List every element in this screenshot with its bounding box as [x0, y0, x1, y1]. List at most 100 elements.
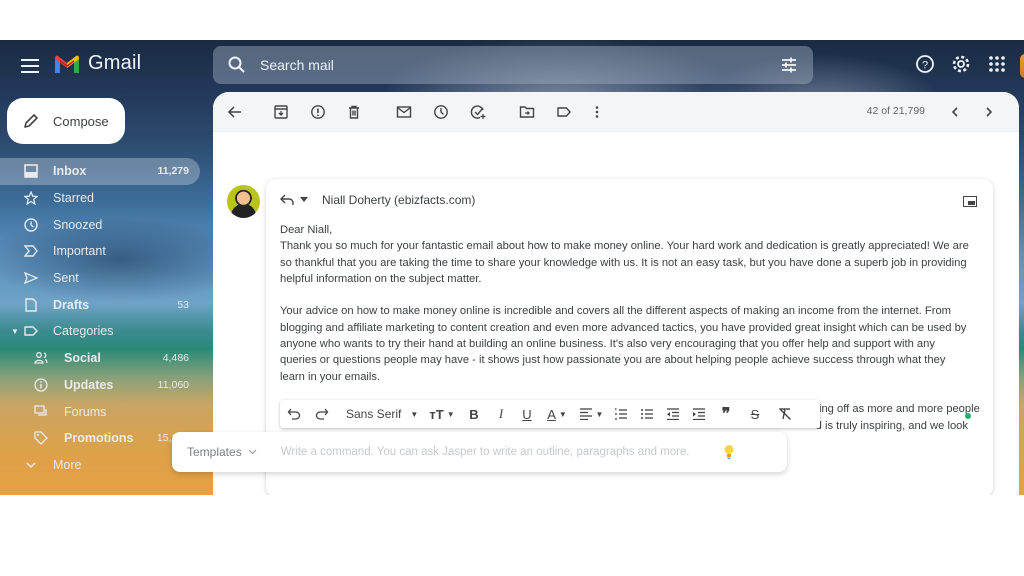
star-icon	[24, 191, 38, 206]
sidebar-item-updates[interactable]: Updates 11,060	[0, 372, 200, 399]
newer-button[interactable]	[945, 102, 965, 122]
account-avatar[interactable]	[1020, 54, 1024, 78]
redo-icon	[315, 408, 329, 420]
sidebar-item-forums[interactable]: Forums	[0, 398, 200, 425]
svg-text:?: ?	[922, 60, 928, 72]
clock-icon	[434, 105, 448, 119]
sidebar-item-label: Sent	[53, 271, 79, 286]
pop-out-icon[interactable]	[963, 196, 977, 207]
sidebar-item-sent[interactable]: Sent	[0, 265, 200, 292]
chevron-down-icon	[26, 462, 36, 468]
main-menu-button[interactable]	[18, 54, 42, 78]
sidebar-nav: Inbox 11,279 Starred Snoozed Important S…	[0, 158, 200, 478]
pencil-icon	[24, 114, 38, 128]
sidebar-item-more[interactable]: More	[0, 452, 200, 479]
mark-unread-button[interactable]	[394, 102, 414, 122]
caret-down-icon[interactable]: ▼	[11, 327, 19, 336]
caret-down-icon[interactable]	[300, 197, 308, 203]
clock-icon	[24, 218, 38, 232]
sidebar-item-important[interactable]: Important	[0, 238, 200, 265]
font-select[interactable]: Sans Serif ▼	[336, 404, 424, 424]
remove-formatting-button[interactable]	[770, 404, 800, 424]
reply-icon[interactable]	[280, 194, 294, 206]
sidebar-item-drafts[interactable]: Drafts 53	[0, 291, 200, 318]
sidebar-item-label: Social	[64, 351, 101, 366]
forum-icon	[34, 404, 47, 416]
caret-down-icon: ▼	[446, 409, 455, 419]
sidebar-item-social[interactable]: Social 4,486	[0, 345, 200, 372]
bold-button[interactable]: B	[460, 404, 488, 424]
sidebar-item-inbox[interactable]: Inbox 11,279	[0, 158, 200, 185]
people-icon	[34, 352, 48, 364]
align-button[interactable]: ▼	[574, 404, 608, 424]
indent-less-button[interactable]	[660, 404, 686, 424]
templates-dropdown[interactable]: Templates	[187, 445, 257, 459]
body-paragraph: Thank you so much for your fantastic ema…	[280, 240, 969, 285]
indent-more-button[interactable]	[686, 404, 712, 424]
report-spam-button[interactable]	[308, 102, 328, 122]
text-color-icon: A	[547, 406, 556, 422]
label-icon	[24, 326, 38, 337]
jasper-command-input[interactable]	[280, 446, 701, 458]
sidebar-item-snoozed[interactable]: Snoozed	[0, 211, 200, 238]
font-name: Sans Serif	[346, 407, 402, 421]
chevron-right-icon	[986, 107, 993, 117]
back-button[interactable]	[225, 102, 245, 122]
italic-button[interactable]: I	[488, 404, 514, 424]
sidebar-item-label: Categories	[53, 324, 114, 339]
message-toolbar: 42 of 21,799	[213, 92, 1019, 132]
sidebar-item-label: Forums	[64, 404, 107, 419]
gmail-m-icon	[55, 55, 79, 73]
labels-button[interactable]	[554, 102, 574, 122]
help-icon: ?	[916, 55, 934, 73]
sidebar-item-count: 11,279	[157, 165, 189, 178]
lightbulb-icon[interactable]	[723, 444, 735, 460]
archive-icon	[274, 105, 288, 119]
search-input[interactable]	[260, 57, 740, 73]
settings-button[interactable]	[950, 53, 972, 75]
bulleted-list-button[interactable]	[634, 404, 660, 424]
text-color-button[interactable]: A ▼	[540, 404, 574, 424]
compose-button[interactable]: Compose	[7, 98, 125, 144]
search-icon[interactable]	[227, 55, 247, 75]
sidebar-item-label: Important	[53, 244, 106, 259]
gmail-logo[interactable]: Gmail	[54, 52, 141, 75]
align-left-icon	[579, 408, 592, 420]
sidebar-item-starred[interactable]: Starred	[0, 185, 200, 212]
strikethrough-button[interactable]: S	[740, 404, 770, 424]
recipient[interactable]: Niall Doherty (ebizfacts.com)	[322, 193, 475, 207]
snooze-button[interactable]	[431, 102, 451, 122]
search-options-icon[interactable]	[779, 55, 799, 75]
info-icon	[34, 378, 48, 392]
tag-icon	[34, 431, 48, 446]
numbered-list-button[interactable]	[608, 404, 634, 424]
archive-button[interactable]	[271, 102, 291, 122]
underline-button[interactable]: U	[514, 404, 540, 424]
text-size-button[interactable]: тT ▼	[424, 404, 460, 424]
folder-move-icon	[519, 106, 535, 118]
sidebar-item-categories[interactable]: ▼ Categories	[0, 318, 200, 345]
add-to-tasks-button[interactable]	[468, 102, 488, 122]
undo-icon	[287, 408, 301, 420]
older-button[interactable]	[979, 102, 999, 122]
indent-less-icon	[667, 408, 679, 420]
undo-button[interactable]	[280, 404, 308, 424]
scrollbar[interactable]	[1007, 128, 1019, 495]
more-options-button[interactable]	[587, 102, 607, 122]
compose-label: Compose	[53, 113, 109, 129]
sidebar-item-label: Drafts	[53, 297, 90, 312]
sidebar-item-label: Starred	[53, 191, 94, 206]
sidebar-item-promotions[interactable]: Promotions 15,210	[0, 425, 200, 452]
sender-avatar	[227, 185, 260, 218]
redo-button[interactable]	[308, 404, 336, 424]
apps-button[interactable]	[986, 53, 1008, 75]
report-icon	[311, 105, 325, 119]
templates-label: Templates	[187, 445, 242, 459]
sidebar-item-count: 4,486	[162, 352, 189, 365]
quote-button[interactable]: ❞	[712, 404, 740, 424]
sidebar-item-label: Inbox	[53, 164, 87, 179]
delete-button[interactable]	[344, 102, 364, 122]
help-button[interactable]: ?	[914, 53, 936, 75]
move-to-button[interactable]	[517, 102, 537, 122]
indent-more-icon	[693, 408, 705, 420]
